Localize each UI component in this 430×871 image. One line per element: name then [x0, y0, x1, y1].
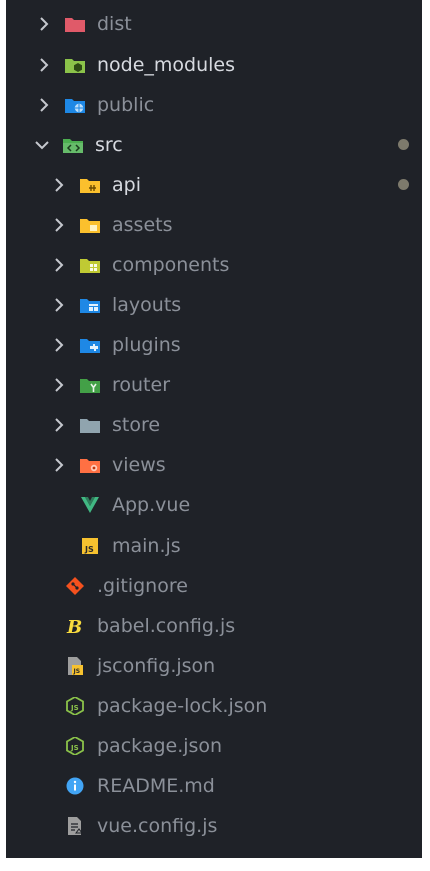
tree-item-layouts[interactable]: layouts — [6, 285, 430, 325]
chevron-right-icon[interactable] — [36, 16, 52, 32]
chevron-right-icon[interactable] — [51, 417, 67, 433]
svg-text:JS: JS — [84, 545, 94, 554]
chevron-right-icon[interactable] — [51, 257, 67, 273]
folder-api-icon — [79, 176, 101, 194]
folder-plugins-icon — [79, 336, 101, 354]
tree-item-main-js[interactable]: JS main.js — [6, 526, 430, 566]
vue-file-icon — [79, 496, 101, 514]
tree-item-label: plugins — [112, 334, 181, 356]
tree-item-label: jsconfig.json — [97, 655, 216, 677]
tree-item-label: assets — [112, 214, 173, 236]
tree-item-src[interactable]: src — [6, 125, 430, 165]
nodejs-file-icon: JS — [64, 737, 86, 755]
config-file-icon — [64, 817, 86, 835]
folder-public-icon — [64, 96, 86, 114]
svg-text:JS: JS — [73, 668, 81, 675]
tree-item-label: package-lock.json — [97, 695, 268, 717]
chevron-right-icon[interactable] — [36, 57, 52, 73]
tree-item-store[interactable]: store — [6, 405, 430, 445]
tree-item-label: layouts — [112, 294, 182, 316]
tree-item-label: src — [95, 134, 123, 156]
jsconfig-file-icon: JS — [64, 657, 86, 675]
tree-item-package-lock[interactable]: JS package-lock.json — [6, 686, 430, 726]
tree-item-dist[interactable]: dist — [6, 4, 430, 44]
git-file-icon — [64, 577, 86, 595]
tree-item-label: views — [112, 454, 166, 476]
folder-components-icon — [79, 256, 101, 274]
tree-item-components[interactable]: components — [6, 245, 430, 285]
chevron-right-icon[interactable] — [51, 377, 67, 393]
tree-item-app-vue[interactable]: App.vue — [6, 485, 430, 525]
babel-file-icon: B — [64, 617, 86, 635]
tree-item-label: package.json — [97, 735, 223, 757]
folder-views-icon — [79, 456, 101, 474]
chevron-right-icon[interactable] — [51, 297, 67, 313]
info-file-icon — [64, 777, 86, 795]
tree-item-gitignore[interactable]: .gitignore — [6, 566, 430, 606]
tree-item-label: .gitignore — [97, 575, 188, 597]
svg-text:B: B — [66, 617, 82, 635]
folder-dist-icon — [64, 15, 86, 33]
folder-assets-icon — [79, 216, 101, 234]
tree-item-jsconfig[interactable]: JS jsconfig.json — [6, 646, 430, 686]
folder-src-icon — [62, 136, 84, 154]
chevron-right-icon[interactable] — [51, 177, 67, 193]
svg-text:JS: JS — [70, 704, 79, 712]
tree-item-router[interactable]: router — [6, 365, 430, 405]
tree-item-label: store — [112, 414, 161, 436]
tree-item-label: node_modules — [97, 54, 236, 76]
tree-item-label: main.js — [112, 535, 181, 557]
tree-item-public[interactable]: public — [6, 85, 430, 125]
tree-item-babel-config[interactable]: B babel.config.js — [6, 606, 430, 646]
tree-item-node-modules[interactable]: node_modules — [6, 45, 430, 85]
tree-item-label: public — [97, 94, 155, 116]
chevron-right-icon[interactable] — [51, 217, 67, 233]
tree-item-label: README.md — [97, 775, 215, 797]
tree-item-label: vue.config.js — [97, 815, 218, 837]
folder-router-icon — [79, 376, 101, 394]
tree-item-package-json[interactable]: JS package.json — [6, 726, 430, 766]
chevron-right-icon[interactable] — [51, 337, 67, 353]
modified-dot — [398, 139, 409, 150]
tree-item-vue-config[interactable]: vue.config.js — [6, 806, 430, 846]
tree-item-api[interactable]: api — [6, 165, 430, 205]
svg-text:JS: JS — [70, 744, 79, 752]
tree-item-label: router — [112, 374, 171, 396]
tree-item-label: components — [112, 254, 230, 276]
tree-item-views[interactable]: views — [6, 445, 430, 485]
tree-item-readme[interactable]: README.md — [6, 766, 430, 806]
folder-node-icon — [64, 56, 86, 74]
tree-item-label: babel.config.js — [97, 615, 236, 637]
chevron-right-icon[interactable] — [51, 457, 67, 473]
tree-item-label: dist — [97, 13, 132, 35]
modified-dot — [398, 179, 409, 190]
file-explorer: dist node_modules public src api assets … — [6, 0, 422, 858]
tree-item-plugins[interactable]: plugins — [6, 325, 430, 365]
tree-item-label: api — [112, 174, 141, 196]
js-file-icon: JS — [79, 537, 101, 555]
chevron-right-icon[interactable] — [36, 97, 52, 113]
nodejs-file-icon: JS — [64, 697, 86, 715]
folder-layouts-icon — [79, 296, 101, 314]
tree-item-assets[interactable]: assets — [6, 205, 430, 245]
chevron-down-icon[interactable] — [34, 137, 50, 153]
folder-store-icon — [79, 416, 101, 434]
tree-item-label: App.vue — [112, 494, 191, 516]
